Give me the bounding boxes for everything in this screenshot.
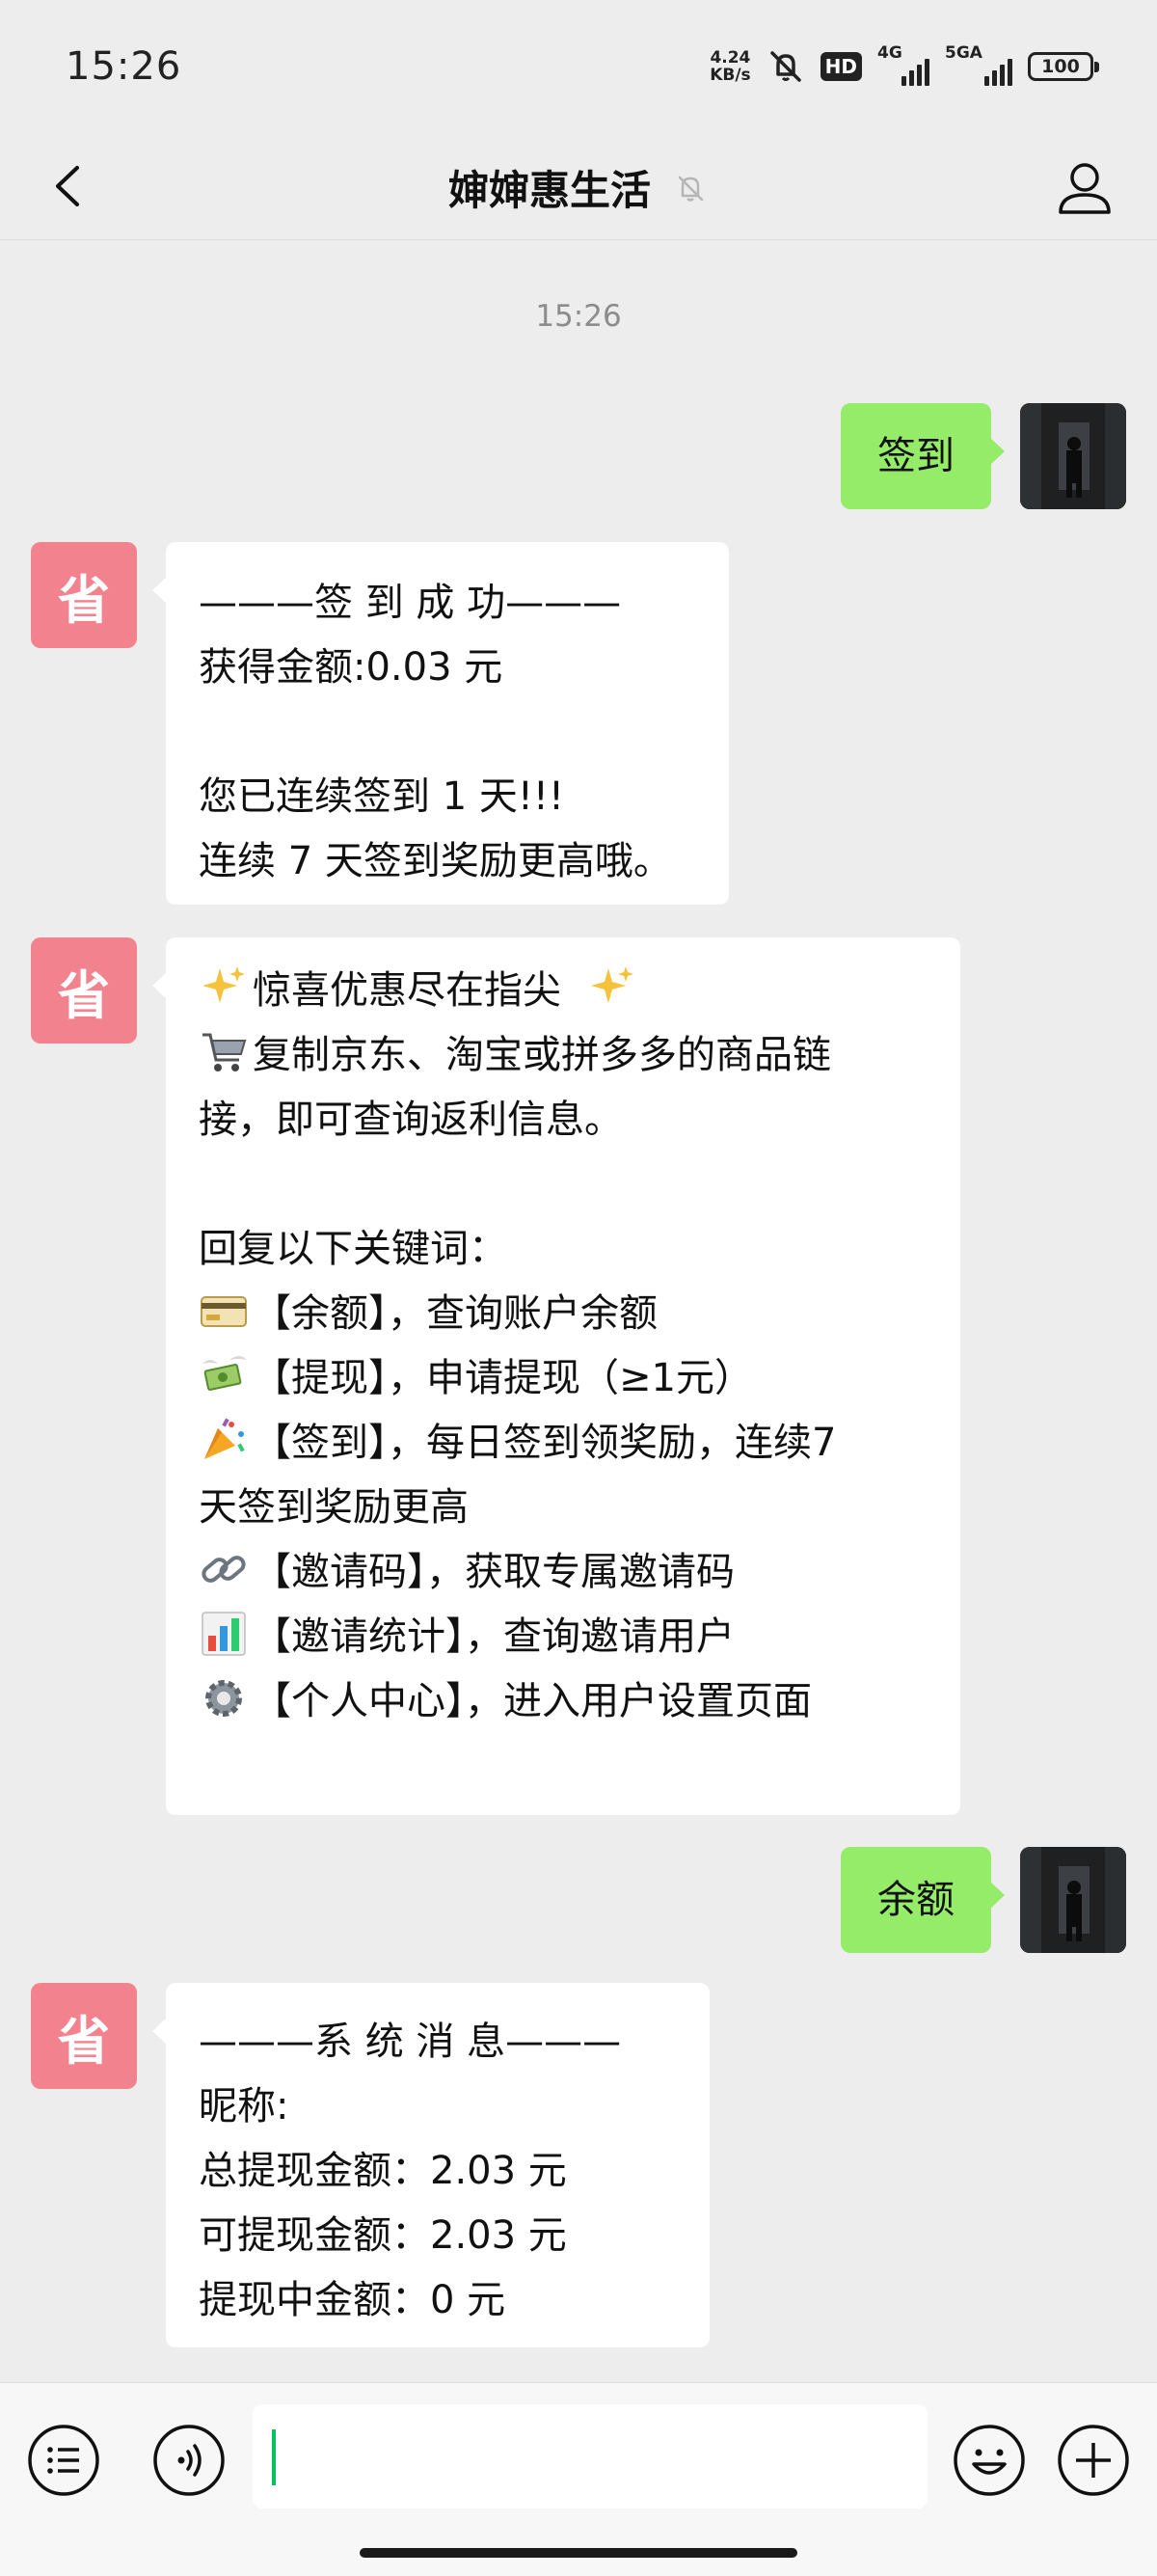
party-popper-icon [204, 1418, 245, 1459]
profile-icon[interactable] [1051, 154, 1118, 222]
net-speed: 4.24 KB/s [710, 48, 751, 85]
message-line: 【个人中心】，进入用户设置页面 [199, 1669, 928, 1734]
bell-muted-icon [769, 51, 801, 82]
status-time: 15:26 [66, 44, 182, 89]
bot-avatar[interactable]: 省 [31, 937, 137, 1044]
status-bar: 15:26 4.24 KB/s HD 4G 5GA 100 [0, 0, 1157, 135]
message-line: 【余额】，查询账户余额 [199, 1282, 928, 1346]
signal-4g-icon: 4G [877, 43, 929, 86]
message-line: 您已连续签到 1 天!!! [199, 774, 564, 819]
message-line: 【提现】，申请提现（≥1元） [199, 1346, 928, 1411]
avatar-photo [1020, 1847, 1126, 1953]
message-line [199, 700, 696, 765]
voice-icon[interactable] [152, 2424, 226, 2497]
home-indicator[interactable] [360, 2548, 797, 2558]
message-line: 【邀请统计】，查询邀请用户 [199, 1605, 928, 1669]
message-timestamp: 15:26 [535, 299, 622, 334]
user-avatar[interactable] [1020, 1847, 1126, 1953]
message-line: 惊喜优惠尽在指尖 [199, 959, 928, 1023]
credit-card-icon [201, 1296, 247, 1327]
money-wings-icon [202, 1356, 247, 1391]
message-line: 【邀请码】，获取专属邀请码 [199, 1540, 928, 1605]
message-text: 签到 [877, 434, 955, 478]
sparkles-icon [590, 966, 633, 1003]
message-line: ———系 统 消 息——— [199, 2020, 622, 2064]
message-input[interactable] [253, 2404, 928, 2508]
chat-title-group: 婶婶惠生活 [0, 158, 1157, 217]
chat-title: 婶婶惠生活 [447, 167, 651, 214]
user-message-bubble[interactable]: 余额 [841, 1847, 1005, 1953]
message-text: 余额 [877, 1878, 955, 1922]
battery-icon: 100 [1028, 52, 1099, 81]
avatar-photo [1020, 403, 1126, 509]
hd-badge: HD [820, 52, 862, 81]
input-bar [0, 2382, 1157, 2576]
bot-message-bubble[interactable]: ———签 到 成 功——— 获得金额:0.03 元 您已连续签到 1 天!!! … [152, 542, 729, 905]
menu-list-icon[interactable] [27, 2424, 100, 2497]
message-line: 【签到】，每日签到领奖励，连续7 [199, 1411, 928, 1476]
message-line: 天签到奖励更高 [199, 1485, 469, 1530]
message-line: ———签 到 成 功——— [199, 581, 622, 625]
mute-bell-icon [678, 176, 704, 202]
bar-chart-icon [202, 1612, 246, 1656]
sparkles-icon [202, 966, 245, 1003]
bot-avatar[interactable]: 省 [31, 542, 137, 648]
bot-balance-bubble[interactable]: ———系 统 消 息——— 昵称: 总提现金额：2.03 元 可提现金额：2.0… [152, 1983, 710, 2347]
message-line: 总提现金额：2.03 元 [199, 2149, 567, 2193]
message-line: 昵称: [199, 2084, 289, 2129]
message-line: 回复以下关键词： [199, 1227, 507, 1271]
plus-icon[interactable] [1057, 2424, 1130, 2497]
message-line: 提现中金额：0 元 [199, 2278, 506, 2322]
chat-header: 婶婶惠生活 [0, 135, 1157, 240]
message-line: 复制京东、淘宝或拼多多的商品链 [199, 1023, 928, 1088]
shopping-cart-icon [202, 1033, 247, 1071]
signal-5ga-icon: 5GA [945, 43, 1012, 86]
user-message-bubble[interactable]: 签到 [841, 403, 1005, 509]
emoji-icon[interactable] [953, 2424, 1026, 2497]
text-cursor [272, 2429, 276, 2485]
message-line: 接，即可查询返利信息。 [199, 1098, 623, 1142]
bot-avatar[interactable]: 省 [31, 1983, 137, 2089]
link-icon [202, 1556, 246, 1583]
bot-menu-bubble[interactable]: 惊喜优惠尽在指尖 复制京东、淘宝或拼多多的商品链 接，即可查询返利信息。 回复以… [152, 937, 960, 1815]
status-icons: 4.24 KB/s HD 4G 5GA 100 [710, 42, 1099, 91]
message-line: 连续 7 天签到奖励更高哦。 [199, 839, 672, 883]
user-avatar[interactable] [1020, 403, 1126, 509]
message-line: 可提现金额：2.03 元 [199, 2213, 567, 2258]
message-line: 获得金额:0.03 元 [199, 645, 503, 690]
gear-icon [205, 1680, 242, 1717]
